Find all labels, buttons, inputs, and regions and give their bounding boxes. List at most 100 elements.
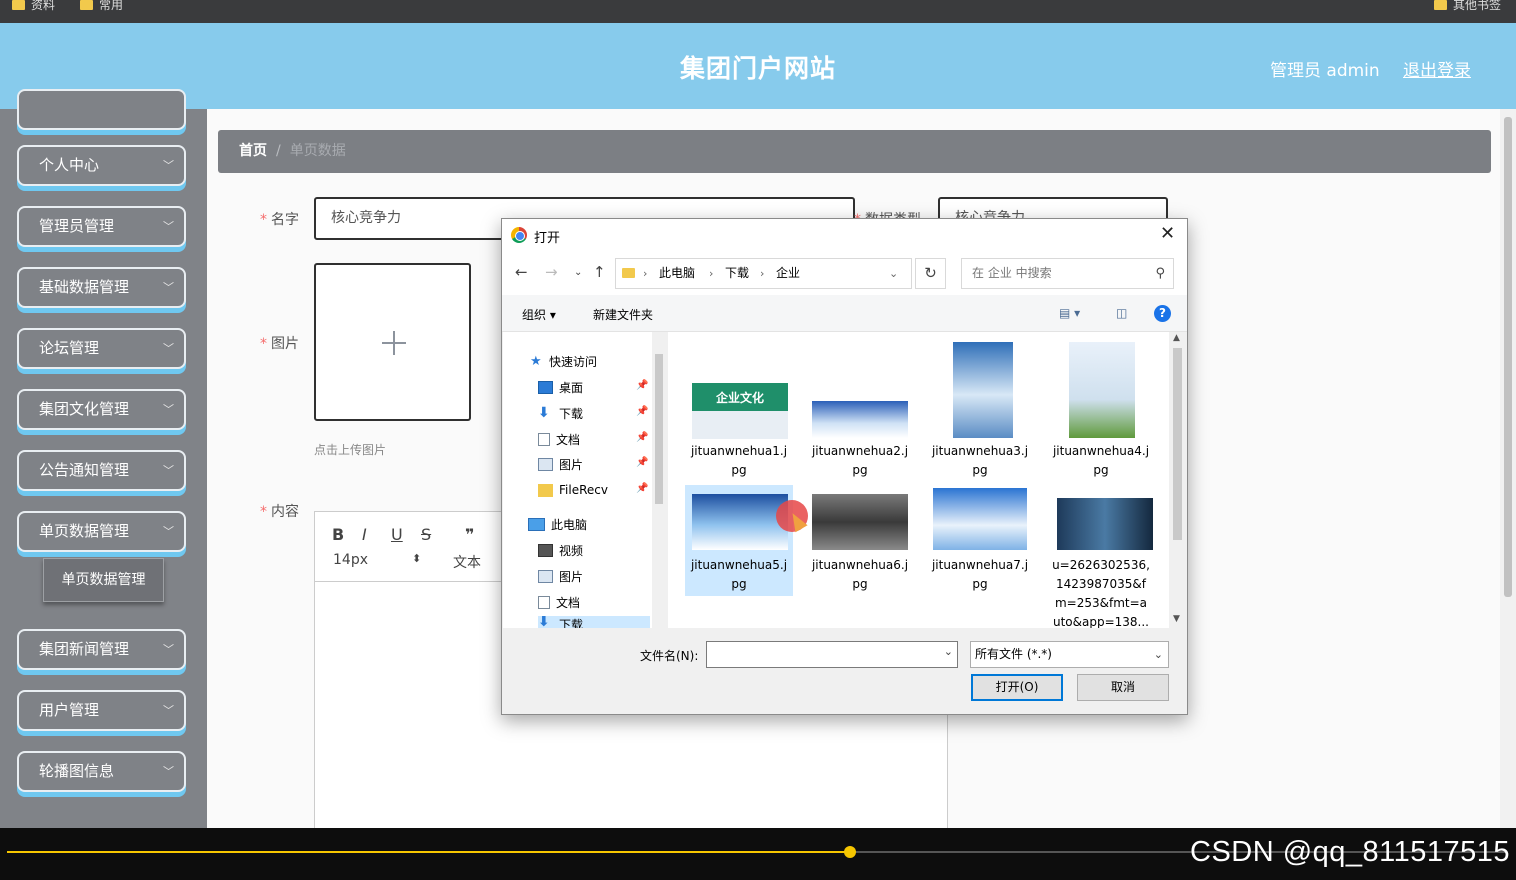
file-item[interactable]: u=2626302536, 1423987035&f m=253&fmt=a uto&… [1047,485,1155,629]
file-item[interactable]: jituanwnehua7.j pg [926,485,1034,596]
sidebar-item-admins[interactable]: 管理员管理 ﹀ [17,206,186,247]
address-bar[interactable]: › 此电脑 › 下载 › 企业 ⌄ [615,258,912,289]
nav-item-documents[interactable]: 文档 [538,430,580,448]
search-input[interactable]: 在 企业 中搜索 ⚲ [961,258,1174,289]
bookmark-folder-2[interactable]: 常用 [80,0,123,14]
nav-item-pictures-pc[interactable]: 图片 [538,567,583,585]
preview-pane-icon[interactable]: ◫ [1116,306,1127,320]
text-style-select[interactable]: 文本 [453,552,481,572]
scrollbar-thumb[interactable] [1504,117,1512,597]
chevron-down-icon: ﹀ [163,342,174,355]
file-name: u=2626302536, 1423987035&f m=253&fmt=a uto&… [1052,558,1150,629]
refresh-icon[interactable]: ↻ [915,258,946,289]
file-name: jituanwnehua7.j pg [931,558,1029,591]
folder-icon [538,483,553,497]
scrollbar-thumb[interactable] [655,354,663,504]
chevron-down-icon[interactable]: ⌄ [944,645,953,658]
font-size-select[interactable]: 14px [333,552,368,568]
file-item[interactable]: 企业文化 jituanwnehua1.j pg [685,342,793,482]
sidebar-item-label: 集团文化管理 [39,400,130,418]
sidebar: 个人中心 ﹀ 管理员管理 ﹀ 基础数据管理 ﹀ 论坛管理 ﹀ 集团文化管理 ﹀ 公告通知管… [0,89,207,828]
italic-button[interactable]: I [362,525,367,544]
filetype-select[interactable]: 所有文件 (*.*) ⌄ [970,641,1169,668]
folder-icon [1434,0,1447,10]
organize-menu[interactable]: 组织 ▾ [522,306,556,323]
recent-dropdown-icon[interactable]: ⌄ [574,267,582,278]
breadcrumb-home[interactable]: 首页 [239,143,267,159]
submenu-item-singlepage[interactable]: 单页数据管理 [43,558,164,602]
file-item[interactable]: jituanwnehua2.j pg [806,342,914,482]
back-arrow-icon[interactable]: ← [515,263,528,281]
sidebar-item-culture[interactable]: 集团文化管理 ﹀ [17,389,186,430]
logout-link[interactable]: 退出登录 [1403,56,1471,81]
open-button[interactable]: 打开(O) [971,674,1063,701]
file-item[interactable]: jituanwnehua3.j pg [926,342,1034,482]
scrollbar-thumb[interactable] [1173,348,1182,540]
new-folder-button[interactable]: 新建文件夹 [593,306,653,323]
file-item[interactable]: jituanwnehua4.j pg [1047,342,1155,482]
nav-item-videos[interactable]: 视频 [538,541,583,559]
help-icon[interactable]: ? [1154,305,1171,322]
file-name: jituanwnehua5.j pg [690,558,788,591]
command-bar: 组织 ▾ 新建文件夹 ▤ ▾ ◫ ? [502,295,1187,332]
progress-knob[interactable] [844,846,856,858]
screen: 资料 常用 其他书签 集团门户网站 管理员 admin 退出登录 个人中心 ﹀ 管… [0,0,1516,880]
bookmark-folder-1[interactable]: 资料 [12,0,55,14]
up-arrow-icon[interactable]: ↑ [593,263,606,281]
star-icon: ★ [530,353,542,369]
sidebar-item-forum[interactable]: 论坛管理 ﹀ [17,328,186,369]
chevron-down-icon[interactable]: ⌄ [889,259,898,288]
nav-item-documents-pc[interactable]: 文档 [538,593,580,611]
nav-item-this-pc[interactable]: 此电脑 [528,515,587,533]
other-bookmarks[interactable]: 其他书签 [1434,0,1501,14]
bold-button[interactable]: B [332,525,344,544]
scroll-down-icon[interactable]: ▼ [1173,614,1180,624]
address-segment[interactable]: 企业 [776,259,800,288]
scroll-up-icon[interactable]: ▲ [1173,333,1180,343]
bookmarks-bar: 资料 常用 其他书签 [0,0,1516,23]
quote-button[interactable]: ❞ [465,525,474,544]
address-segment[interactable]: 此电脑 [659,259,695,288]
image-upload[interactable] [314,263,471,421]
underline-button[interactable]: U [391,525,403,544]
file-scrollbar[interactable]: ▲ ▼ [1169,332,1186,628]
sidebar-item-news[interactable]: 集团新闻管理 ﹀ [17,629,186,670]
nav-item-downloads[interactable]: ⬇ 下载 [538,404,583,422]
dialog-footer: 文件名(N): ⌄ 所有文件 (*.*) ⌄ 打开(O) 取消 [502,628,1187,714]
video-icon [538,543,553,557]
close-icon[interactable]: ✕ [1160,223,1175,244]
nav-item-downloads-pc[interactable]: ⬇ 下载 [538,616,650,628]
file-thumbnail [1057,498,1153,550]
sidebar-item-top[interactable] [17,89,186,130]
address-segment[interactable]: 下载 [725,259,749,288]
sidebar-item-carousel[interactable]: 轮播图信息 ﹀ [17,751,186,792]
sidebar-item-notice[interactable]: 公告通知管理 ﹀ [17,450,186,491]
file-item-selected[interactable]: jituanwnehua5.j pg [685,485,793,596]
page-scrollbar[interactable] [1500,109,1516,828]
forward-arrow-icon[interactable]: → [545,263,558,281]
file-item[interactable]: jituanwnehua6.j pg [806,485,914,596]
download-icon: ⬇ [538,404,550,421]
sidebar-item-personal[interactable]: 个人中心 ﹀ [17,145,186,186]
folder-icon [12,0,25,10]
sidebar-item-label: 管理员管理 [39,217,115,235]
sidebar-item-singlepage[interactable]: 单页数据管理 ﹀ [17,511,186,552]
view-options-icon[interactable]: ▤ ▾ [1059,306,1080,320]
strike-button[interactable]: S [421,525,431,544]
nav-item-quick-access[interactable]: ★ 快速访问 [530,352,597,370]
nav-item-desktop[interactable]: 桌面 [538,378,583,396]
desktop-icon [538,380,553,394]
chevron-down-icon: ﹀ [163,765,174,778]
sidebar-item-basedata[interactable]: 基础数据管理 ﹀ [17,267,186,308]
filename-input[interactable]: ⌄ [706,641,958,668]
filename-label: 文件名(N): [640,649,699,663]
dialog-title: 打开 [534,231,561,246]
folder-icon [80,0,93,10]
cancel-button[interactable]: 取消 [1077,674,1169,701]
nav-scrollbar[interactable] [652,332,666,628]
sidebar-item-users[interactable]: 用户管理 ﹀ [17,690,186,731]
nav-item-filerecv[interactable]: FileRecv [538,481,608,499]
bookmark-label: 资料 [31,0,56,12]
pin-icon: 📌 [636,457,649,468]
nav-item-pictures[interactable]: 图片 [538,455,583,473]
